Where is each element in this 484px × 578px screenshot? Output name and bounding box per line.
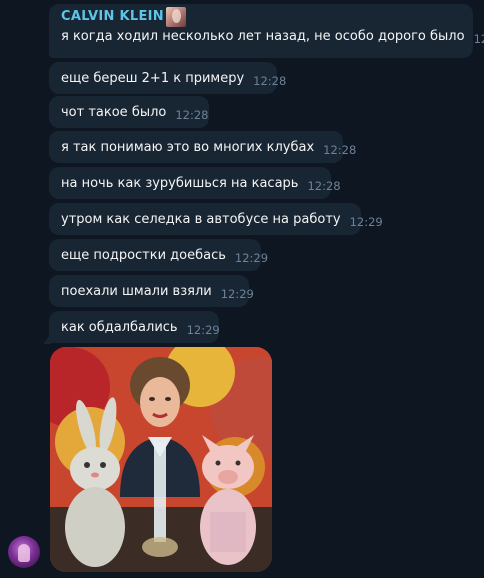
message-bubble[interactable]: еще береш 2+1 к примеру 12:28 — [49, 62, 286, 94]
user-avatar-icon[interactable] — [8, 536, 40, 568]
message-time: 12:27 — [473, 32, 484, 46]
message-text: на ночь как зурубишься на касарь — [61, 176, 299, 191]
message-bubble[interactable]: еще подростки доебась 12:29 — [49, 239, 268, 271]
message-time: 12:29 — [349, 215, 383, 229]
bubble-tail — [43, 334, 51, 344]
message-bubble[interactable]: чот такое было 12:28 — [49, 96, 209, 128]
message-time: 12:29 — [234, 251, 269, 265]
message-time: 12:28 — [175, 108, 209, 122]
message-time: 12:28 — [323, 143, 357, 157]
message-time: 12:28 — [253, 74, 287, 88]
avatar-figure — [18, 544, 30, 562]
message-text: еще береш 2+1 к примеру — [61, 71, 245, 86]
sender-header: CALVIN KLEIN — [61, 7, 463, 27]
message-row: я когда ходил несколько лет назад, не ос… — [61, 28, 484, 46]
message-time: 12:29 — [186, 323, 220, 337]
message-text: я когда ходил несколько лет назад, не ос… — [61, 29, 465, 44]
message-bubble[interactable]: поехали шмали взяли 12:29 — [49, 275, 254, 307]
message-bubble[interactable]: CALVIN KLEIN я когда ходил несколько лет… — [49, 4, 484, 58]
message-text: поехали шмали взяли — [61, 284, 212, 299]
profile-photo-icon — [165, 7, 186, 27]
message-bubble[interactable]: как обдалбались 12:29 — [49, 311, 220, 343]
photo-message[interactable] — [50, 347, 272, 572]
message-bubble[interactable]: я так понимаю это во многих клубах 12:28 — [49, 131, 356, 163]
message-text: как обдалбались — [61, 320, 178, 335]
sender-name[interactable]: CALVIN KLEIN — [61, 9, 164, 25]
message-time: 12:29 — [220, 287, 254, 301]
message-time: 12:28 — [307, 179, 341, 193]
message-text: чот такое было — [61, 105, 167, 120]
message-bubble[interactable]: на ночь как зурубишься на касарь 12:28 — [49, 167, 341, 199]
message-text: утром как селедка в автобусе на работу — [61, 212, 341, 227]
message-text: еще подростки доебась — [61, 248, 226, 263]
photo-illustration — [50, 347, 272, 572]
message-text: я так понимаю это во многих клубах — [61, 140, 315, 155]
message-bubble[interactable]: утром как селедка в автобусе на работу 12… — [49, 203, 383, 235]
